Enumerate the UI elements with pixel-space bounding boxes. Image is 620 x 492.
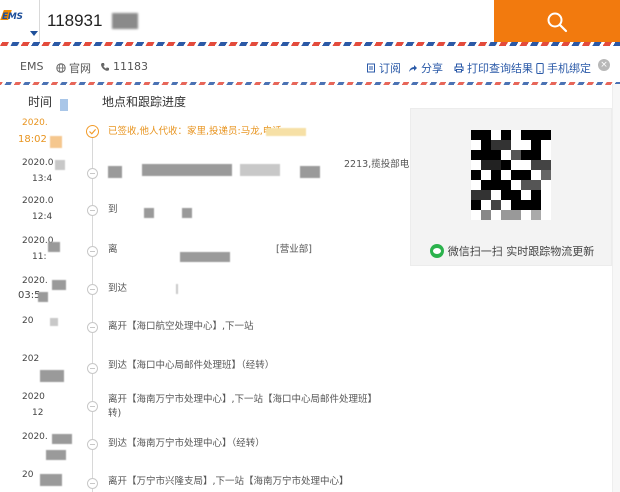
print-link[interactable]: 打印查询结果: [454, 60, 533, 76]
event-time: 18:02: [18, 134, 47, 145]
event-location: 到: [108, 204, 118, 215]
printer-icon: [454, 63, 464, 73]
close-icon[interactable]: ×: [598, 59, 610, 71]
time-column-header: 时间: [28, 95, 53, 109]
status-check-icon: [86, 125, 99, 138]
event-date: 2020: [22, 392, 45, 402]
event-date: 20: [22, 470, 34, 480]
subscribe-icon: [367, 63, 375, 73]
wechat-qr-panel: 微信扫一扫 实时跟踪物流更新: [410, 108, 612, 266]
print-label: 打印查询结果: [467, 62, 533, 75]
event-date: 20: [22, 316, 34, 326]
timeline-dot-icon: [87, 168, 98, 179]
event-date: 2020.0: [22, 196, 54, 206]
search-button[interactable]: [494, 0, 620, 42]
chevron-down-icon[interactable]: [30, 31, 38, 36]
event-date: 202: [22, 354, 40, 364]
share-link[interactable]: 分享: [408, 60, 443, 76]
toolbar: EMS 官网 11183 订阅 分享 打印查询结果 手机绑定 ×: [0, 46, 620, 84]
timeline-dot-icon: [87, 439, 98, 450]
scrollbar[interactable]: [612, 84, 620, 492]
timeline-dot-icon: [87, 322, 98, 333]
share-label: 分享: [421, 62, 443, 75]
qr-caption-text: 微信扫一扫 实时跟踪物流更新: [447, 245, 595, 258]
event-time: 11:: [32, 252, 47, 262]
event-date: 2020.: [22, 432, 48, 442]
subscribe-link[interactable]: 订阅: [366, 60, 401, 76]
event-time: 12:4: [32, 212, 53, 222]
mobile-bind-link[interactable]: 手机绑定: [536, 60, 591, 76]
brand-label: EMS: [20, 60, 44, 73]
official-site-label: 官网: [69, 62, 91, 75]
event-location: 离开【海南万宁市处理中心】,下一站【海口中心局邮件处理班】: [108, 394, 378, 405]
event-location: 离: [108, 244, 118, 255]
ems-logo: EMS: [2, 12, 23, 22]
event-location: 离开【万宁市兴隆支局】,下一站【海南万宁市处理中心】: [108, 476, 349, 487]
event-location-suffix: [营业部]: [276, 244, 312, 255]
event-location: 离开【海口航空处理中心】,下一站: [108, 321, 254, 332]
qr-code-icon: [471, 130, 551, 220]
event-location-line2: 转): [108, 408, 122, 419]
timeline-dot-icon: [87, 284, 98, 295]
timeline-line: [92, 132, 93, 492]
location-column-header: 地点和跟踪进度: [102, 95, 187, 109]
event-location: 到达【海口中心局邮件处理班】（经转）: [108, 360, 275, 371]
subscribe-label: 订阅: [379, 62, 401, 75]
phone-link[interactable]: 11183: [100, 60, 148, 73]
event-time: 12: [32, 408, 44, 418]
phone-number: 11183: [113, 60, 148, 73]
globe-icon: [56, 63, 66, 73]
event-date: 2020.: [22, 276, 48, 286]
mobile-phone-icon: [536, 62, 544, 74]
tracking-number-input[interactable]: 118931: [47, 11, 102, 31]
timeline-dot-icon: [87, 363, 98, 374]
timeline-dot-icon: [87, 401, 98, 412]
timeline-dot-icon: [87, 246, 98, 257]
event-date: 2020.: [22, 118, 48, 128]
mobile-bind-label: 手机绑定: [547, 62, 591, 75]
event-location: 到达: [108, 283, 128, 294]
redacted-mark: [60, 99, 68, 111]
phone-icon: [101, 62, 109, 71]
redacted-text: [112, 13, 138, 29]
event-date: 2020.0: [22, 158, 54, 168]
event-location-suffix: 2213,揽投部电: [344, 159, 410, 170]
timeline-dot-icon: [87, 478, 98, 489]
airmail-stripe-bottom: [0, 82, 620, 85]
search-bar: EMS 118931: [0, 0, 620, 46]
courier-selector[interactable]: EMS: [0, 0, 40, 42]
official-site-link[interactable]: 官网: [56, 60, 91, 76]
wechat-icon: [429, 244, 444, 258]
qr-caption: 微信扫一扫 实时跟踪物流更新: [411, 243, 613, 259]
event-time: 13:4: [32, 174, 53, 184]
search-icon: [547, 12, 568, 33]
event-location: 到达【海南万宁市处理中心】（经转）: [108, 438, 265, 449]
timeline-dot-icon: [87, 205, 98, 216]
share-icon: [409, 65, 417, 72]
event-location: 已签收,他人代收：家里,投递员:马龙,电话:: [108, 126, 285, 137]
